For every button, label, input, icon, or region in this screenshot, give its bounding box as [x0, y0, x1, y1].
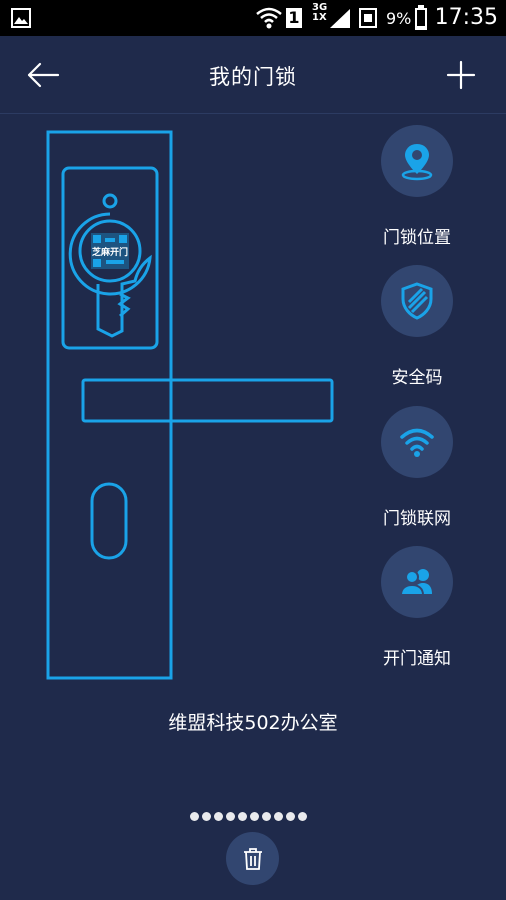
- location-pin-icon: [401, 144, 433, 181]
- lock-location-circle[interactable]: [381, 125, 453, 197]
- keyhole: [90, 482, 128, 560]
- gallery-icon: [11, 8, 31, 28]
- qr-code: 芝麻开门: [91, 233, 129, 269]
- page-dot[interactable]: [190, 812, 199, 821]
- top-bar: 我的门锁: [0, 36, 506, 114]
- qr-label: 芝麻开门: [92, 246, 128, 258]
- clock: 17:35: [434, 5, 498, 30]
- page-dot[interactable]: [226, 812, 235, 821]
- lock-illustration: 芝麻开门: [46, 130, 334, 680]
- header-divider: [0, 113, 506, 114]
- handle: [81, 378, 334, 423]
- users-icon: [399, 569, 432, 596]
- page-dot[interactable]: [274, 812, 283, 821]
- status-bar: 1 3G 1X 9% 17:35: [0, 0, 506, 36]
- shield-icon: [401, 282, 433, 320]
- page-dot[interactable]: [214, 812, 223, 821]
- page-dot[interactable]: [262, 812, 271, 821]
- page-title: 我的门锁: [209, 65, 297, 89]
- network-type-bottom: 1X: [312, 12, 327, 23]
- sim-card-icon: [359, 8, 377, 28]
- page-dot[interactable]: [286, 812, 295, 821]
- page-indicator[interactable]: [190, 812, 307, 824]
- key-shape: [68, 212, 152, 338]
- sim-slot-indicator: 1: [286, 8, 302, 28]
- security-code-circle[interactable]: [381, 265, 453, 337]
- action-label: 门锁位置: [383, 228, 451, 248]
- action-lock-location[interactable]: 门锁位置: [364, 125, 470, 248]
- lock-network-circle[interactable]: [381, 406, 453, 478]
- action-label: 安全码: [391, 368, 443, 388]
- network-type: 3G 1X: [312, 3, 327, 23]
- page-dot[interactable]: [250, 812, 259, 821]
- page-dot[interactable]: [202, 812, 211, 821]
- page-dot[interactable]: [298, 812, 307, 821]
- signal-icon: [330, 9, 350, 28]
- battery-percent: 9%: [386, 9, 412, 28]
- wifi-status-icon: [256, 7, 282, 29]
- action-label: 开门通知: [383, 649, 451, 669]
- page-dot[interactable]: [238, 812, 247, 821]
- wifi-icon: [400, 428, 434, 457]
- sensor-dot: [102, 193, 118, 209]
- action-open-notification[interactable]: 开门通知: [364, 546, 470, 669]
- plus-icon: [446, 60, 476, 90]
- battery-icon: [415, 5, 427, 30]
- action-security-code[interactable]: 安全码: [364, 265, 470, 388]
- add-button[interactable]: [446, 60, 476, 90]
- open-notification-circle[interactable]: [381, 546, 453, 618]
- delete-button[interactable]: [226, 832, 279, 885]
- action-lock-network[interactable]: 门锁联网: [364, 406, 470, 529]
- action-label: 门锁联网: [383, 509, 451, 529]
- lock-name: 维盟科技502办公室: [168, 712, 338, 734]
- trash-icon: [243, 847, 262, 870]
